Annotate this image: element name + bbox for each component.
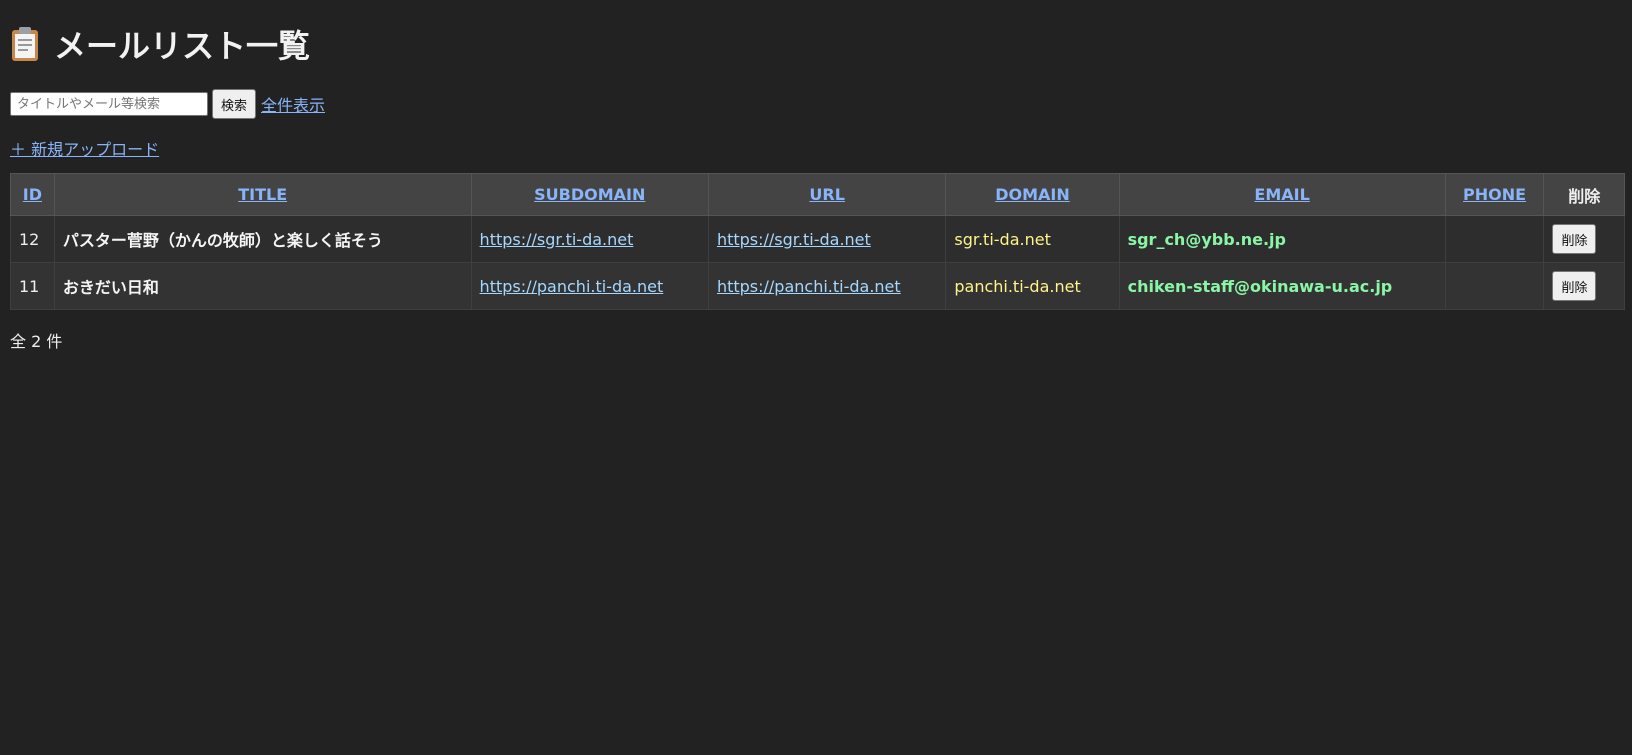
col-header-title: TITLE — [53, 173, 472, 216]
cell-subdomain: https://sgr.ti-da.net — [470, 215, 709, 263]
cell-title: パスター菅野（かんの牧師）と楽しく話そう — [53, 215, 472, 263]
cell-delete: 削除 — [1543, 262, 1625, 310]
sort-subdomain-link[interactable]: SUBDOMAIN — [534, 185, 645, 204]
page: メールリスト一覧 検索 全件表示 ＋ 新規アップロード ID TITLE SUB… — [0, 0, 1632, 352]
sort-title-link[interactable]: TITLE — [238, 185, 287, 204]
show-all-link[interactable]: 全件表示 — [261, 92, 325, 116]
sort-id-link[interactable]: ID — [23, 185, 42, 204]
cell-title: おきだい日和 — [53, 262, 472, 310]
col-header-domain: DOMAIN — [945, 173, 1120, 216]
cell-domain: sgr.ti-da.net — [945, 215, 1120, 263]
total-count: 全 2 件 — [10, 332, 63, 351]
cell-domain: panchi.ti-da.net — [945, 262, 1120, 310]
page-title-text: メールリスト一覧 — [54, 27, 311, 65]
url-link[interactable]: https://sgr.ti-da.net — [717, 230, 871, 249]
new-upload-link[interactable]: ＋ 新規アップロード — [10, 140, 159, 159]
subdomain-link[interactable]: https://sgr.ti-da.net — [480, 230, 634, 249]
search-input[interactable] — [10, 92, 208, 116]
search-button[interactable]: 検索 — [212, 89, 257, 119]
cell-subdomain: https://panchi.ti-da.net — [470, 262, 709, 310]
table-row: 12 パスター菅野（かんの牧師）と楽しく話そう https://sgr.ti-d… — [10, 215, 1625, 263]
delete-button[interactable]: 削除 — [1552, 271, 1597, 301]
col-header-id: ID — [10, 173, 55, 216]
col-header-delete: 削除 — [1543, 173, 1625, 216]
sort-phone-link[interactable]: PHONE — [1463, 185, 1526, 204]
delete-button[interactable]: 削除 — [1552, 224, 1597, 254]
sort-url-link[interactable]: URL — [809, 185, 845, 204]
page-title: メールリスト一覧 — [10, 0, 1622, 65]
table-header-row: ID TITLE SUBDOMAIN URL DOMAIN EMAIL PHON… — [10, 173, 1625, 216]
cell-id: 12 — [10, 215, 55, 263]
col-header-email: EMAIL — [1118, 173, 1446, 216]
sort-domain-link[interactable]: DOMAIN — [995, 185, 1070, 204]
clipboard-icon — [12, 27, 38, 61]
cell-url: https://panchi.ti-da.net — [707, 262, 947, 310]
mail-list-table: ID TITLE SUBDOMAIN URL DOMAIN EMAIL PHON… — [10, 173, 1625, 310]
cell-phone — [1444, 262, 1545, 310]
url-link[interactable]: https://panchi.ti-da.net — [717, 277, 901, 296]
search-bar: 検索 全件表示 — [10, 89, 1622, 119]
upload-row: ＋ 新規アップロード — [10, 136, 1622, 159]
cell-phone — [1444, 215, 1545, 263]
col-header-url: URL — [707, 173, 947, 216]
cell-url: https://sgr.ti-da.net — [707, 215, 947, 263]
sort-email-link[interactable]: EMAIL — [1254, 185, 1309, 204]
cell-delete: 削除 — [1543, 215, 1625, 263]
cell-email: chiken-staff@okinawa-u.ac.jp — [1118, 262, 1446, 310]
cell-email: sgr_ch@ybb.ne.jp — [1118, 215, 1446, 263]
col-header-phone: PHONE — [1444, 173, 1545, 216]
subdomain-link[interactable]: https://panchi.ti-da.net — [480, 277, 664, 296]
cell-id: 11 — [10, 262, 55, 310]
col-header-subdomain: SUBDOMAIN — [470, 173, 709, 216]
table-row: 11 おきだい日和 https://panchi.ti-da.net https… — [10, 262, 1625, 310]
